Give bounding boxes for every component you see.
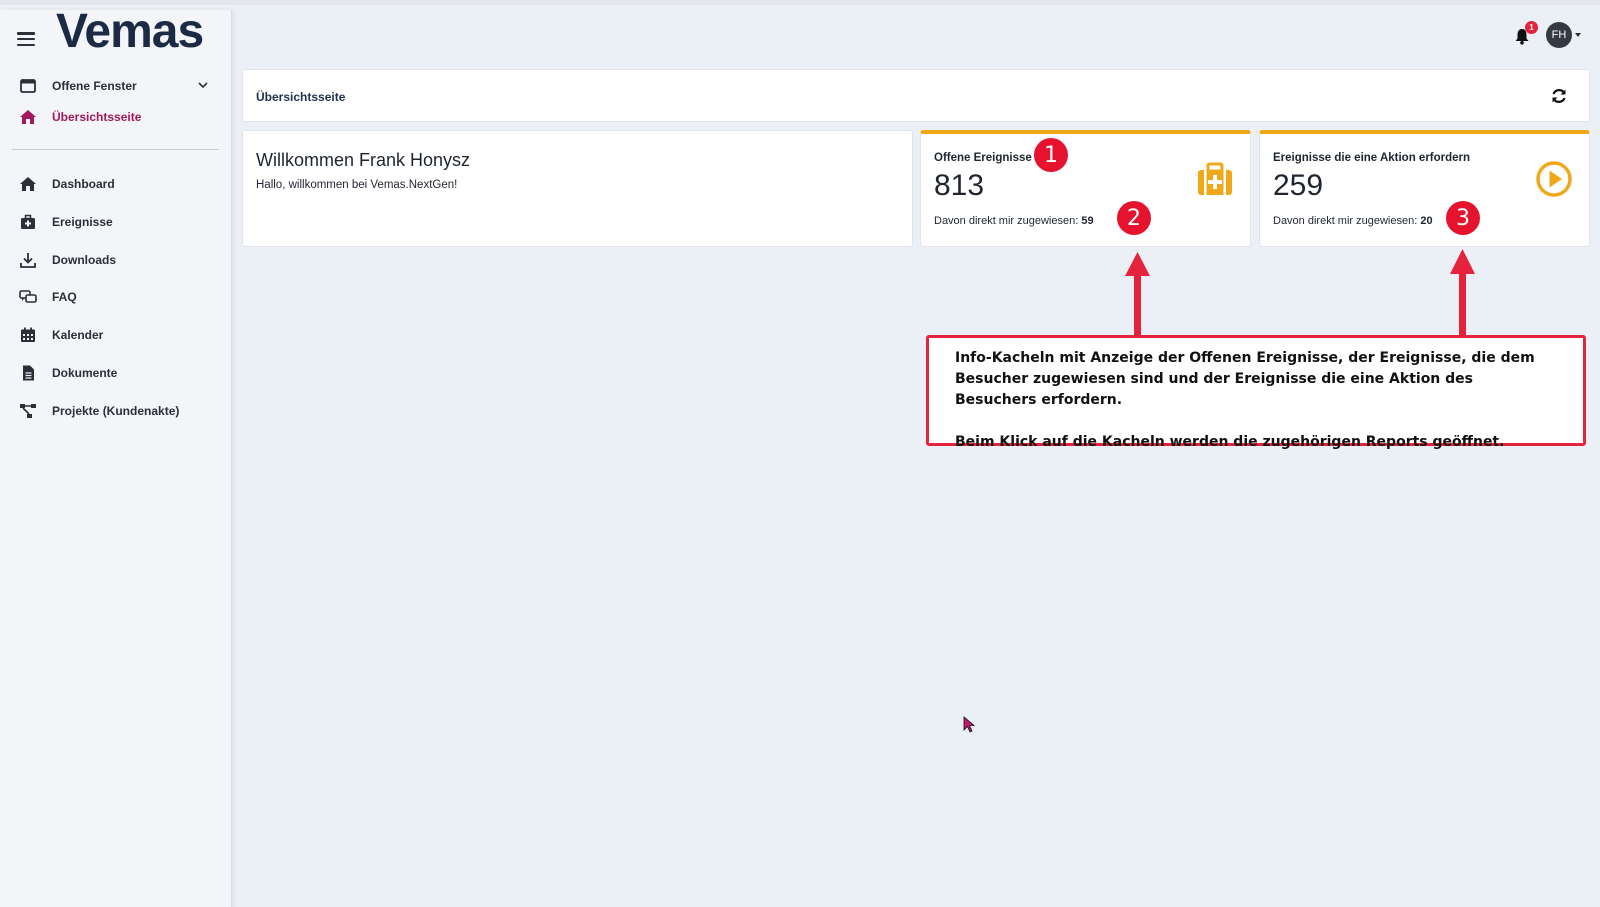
sidebar-item-label: Dokumente: [52, 366, 118, 380]
tile-value: 259: [1273, 169, 1324, 202]
tile-title: Offene Ereignisse: [934, 152, 1032, 164]
sidebar-item-offene-fenster[interactable]: Offene Fenster: [18, 74, 215, 98]
tile-title: Ereignisse die eine Aktion erfordern: [1273, 152, 1471, 164]
tile-sub-value: 20: [1420, 215, 1433, 227]
sidebar-item-label: FAQ: [52, 290, 77, 304]
sidebar-item-label: Downloads: [52, 253, 117, 267]
breadcrumb: Übersichtsseite: [242, 69, 1590, 122]
sidebar-item-label: Dashboard: [52, 177, 115, 191]
tile-aktion-erforderlich[interactable]: Ereignisse die eine Aktion erfordern 259…: [1259, 130, 1590, 247]
medical-case-icon: [18, 212, 38, 232]
welcome-card: Willkommen Frank Honysz Hallo, willkomme…: [242, 130, 913, 247]
sidebar-item-label: Kalender: [52, 328, 104, 342]
medical-case-icon: [1198, 162, 1232, 195]
notification-badge: 1: [1525, 21, 1538, 34]
sidebar-item-label: Projekte (Kundenakte): [52, 404, 180, 418]
tile-sub-label: Davon direkt mir zugewiesen:: [934, 215, 1079, 227]
sidebar-item-kalender[interactable]: Kalender: [18, 323, 215, 347]
home-icon: [18, 174, 38, 194]
page-title: Übersichtsseite: [256, 90, 346, 104]
sidebar-item-downloads[interactable]: Downloads: [18, 248, 215, 272]
chat-icon: [18, 287, 38, 307]
sidebar-item-label: Ereignisse: [52, 215, 113, 229]
welcome-subtitle: Hallo, willkommen bei Vemas.NextGen!: [256, 179, 458, 191]
annotation-callout: Info-Kacheln mit Anzeige der Offenen Ere…: [926, 335, 1586, 450]
calendar-icon: [18, 325, 38, 345]
tile-offene-ereignisse[interactable]: Offene Ereignisse 813 Davon direkt mir z…: [920, 130, 1251, 247]
app-logo: Vemas: [56, 5, 204, 58]
sidebar-item-label: Übersichtsseite: [52, 110, 142, 124]
tile-subtext: Davon direkt mir zugewiesen: 59: [934, 215, 1094, 227]
callout-text: Beim Klick auf die Kacheln werden die zu…: [955, 434, 1505, 450]
hamburger-menu-icon[interactable]: [17, 32, 35, 46]
welcome-title: Willkommen Frank Honysz: [256, 150, 471, 170]
annotation-marker-2: 2: [1117, 201, 1151, 235]
sidebar-item-dashboard[interactable]: Dashboard: [18, 172, 215, 196]
home-icon: [18, 107, 38, 127]
network-icon: [18, 401, 38, 421]
sidebar-item-uebersichtsseite[interactable]: Übersichtsseite: [18, 105, 215, 129]
sidebar-item-projekte[interactable]: Projekte (Kundenakte): [18, 399, 215, 423]
avatar[interactable]: FH: [1546, 22, 1572, 48]
sidebar: Vemas Offene Fenster Übersichtsseite Das…: [0, 5, 232, 907]
tile-value: 813: [934, 169, 985, 202]
sidebar-divider: [12, 149, 219, 150]
sidebar-item-ereignisse[interactable]: Ereignisse: [18, 210, 215, 234]
callout-text: Info-Kacheln mit Anzeige der Offenen Ere…: [955, 350, 1535, 408]
refresh-icon[interactable]: [1549, 86, 1569, 106]
annotation-marker-1: 1: [1034, 138, 1068, 172]
sidebar-item-faq[interactable]: FAQ: [18, 285, 215, 309]
sidebar-item-label: Offene Fenster: [52, 79, 137, 93]
document-icon: [18, 363, 38, 383]
tile-sub-label: Davon direkt mir zugewiesen:: [1273, 215, 1418, 227]
mouse-cursor-icon: [963, 716, 976, 733]
caret-down-icon[interactable]: [1575, 33, 1581, 37]
annotation-marker-3: 3: [1446, 201, 1480, 235]
tile-subtext: Davon direkt mir zugewiesen: 20: [1273, 215, 1433, 227]
sidebar-item-dokumente[interactable]: Dokumente: [18, 361, 215, 385]
window-icon: [18, 76, 38, 96]
chevron-down-icon[interactable]: [197, 79, 209, 91]
play-circle-icon: [1536, 161, 1572, 197]
app-frame: Vemas Offene Fenster Übersichtsseite Das…: [0, 0, 1600, 907]
download-icon: [18, 250, 38, 270]
tile-sub-value: 59: [1081, 215, 1094, 227]
